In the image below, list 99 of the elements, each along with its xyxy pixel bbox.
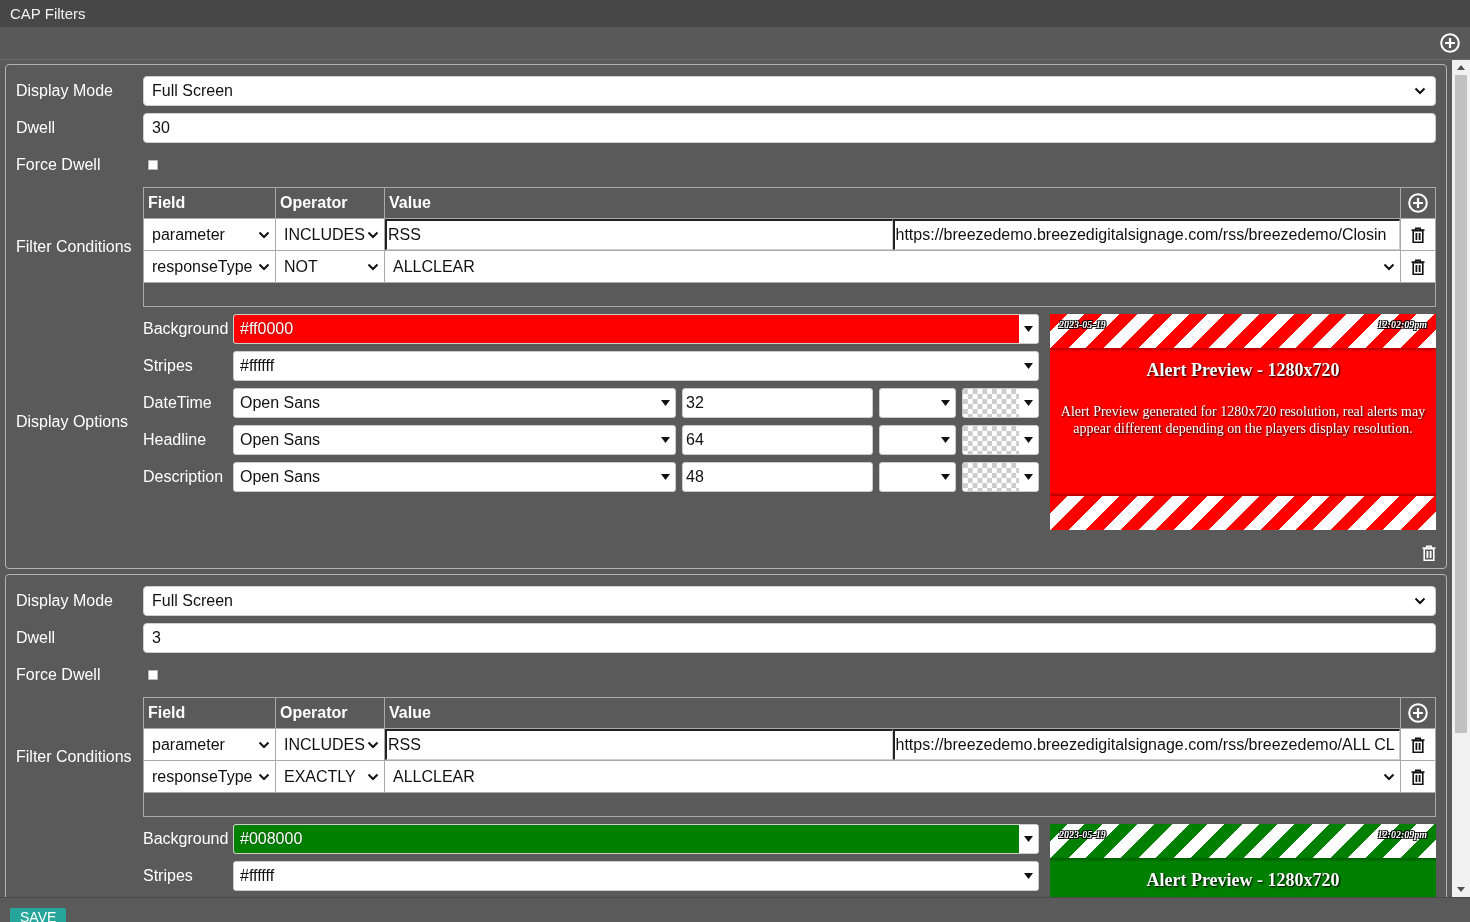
preview-headline: Alert Preview - 1280x720 bbox=[1146, 870, 1340, 891]
option-label: Stripes bbox=[143, 867, 194, 885]
caret-down-icon bbox=[1024, 400, 1033, 406]
caret-down-icon bbox=[1024, 474, 1033, 480]
font-size-input[interactable]: 32 bbox=[682, 388, 873, 418]
operator-select[interactable]: EXACTLY bbox=[276, 761, 384, 792]
caret-down-icon bbox=[1024, 326, 1033, 332]
scroll-down-arrow-icon[interactable] bbox=[1457, 887, 1465, 892]
preview-headline: Alert Preview - 1280x720 bbox=[1146, 360, 1340, 381]
field-label: Force Dwell bbox=[16, 666, 102, 684]
option-label: Background bbox=[143, 830, 230, 848]
value-input[interactable]: https://breezedemo.breezedigitalsignage.com/rss/breezedemo/ALL CL bbox=[892, 729, 1400, 760]
caret-down-icon bbox=[941, 437, 950, 443]
caret-down-icon bbox=[941, 400, 950, 406]
caret-down-icon bbox=[661, 400, 670, 406]
color-select[interactable]: #008000 bbox=[233, 824, 1039, 854]
column-header: Value bbox=[385, 698, 1400, 728]
trash-icon[interactable] bbox=[1411, 226, 1425, 243]
display-mode-select[interactable]: Full Screen bbox=[143, 76, 1436, 106]
caret-down-icon bbox=[661, 474, 670, 480]
dwell-input[interactable]: 3 bbox=[143, 623, 1436, 653]
font-color-select[interactable] bbox=[962, 462, 1039, 492]
font-select[interactable]: Open Sans bbox=[233, 462, 676, 492]
column-header: Operator bbox=[276, 188, 384, 218]
font-size-input[interactable]: 64 bbox=[682, 425, 873, 455]
caret-down-icon bbox=[1024, 363, 1033, 369]
trash-icon[interactable] bbox=[1411, 736, 1425, 753]
option-label: Headline bbox=[143, 431, 208, 449]
chevron-down-icon bbox=[1383, 262, 1395, 271]
font-select[interactable]: Open Sans bbox=[233, 425, 676, 455]
caret-down-icon bbox=[661, 437, 670, 443]
field-select[interactable]: responseType bbox=[144, 251, 275, 282]
caret-down-icon bbox=[1024, 873, 1033, 879]
operator-select[interactable]: NOT bbox=[276, 251, 384, 282]
chevron-down-icon bbox=[1414, 87, 1426, 95]
field-label: Dwell bbox=[16, 119, 57, 137]
value-select[interactable]: ALLCLEAR bbox=[385, 251, 1400, 282]
trash-icon[interactable] bbox=[1411, 258, 1425, 275]
chevron-down-icon bbox=[258, 230, 270, 239]
caret-down-icon bbox=[941, 474, 950, 480]
option-label: DateTime bbox=[143, 394, 213, 412]
column-header: Field bbox=[144, 188, 275, 218]
checkerboard-swatch-icon bbox=[963, 463, 1019, 491]
color-select[interactable]: #ff0000 bbox=[233, 314, 1039, 344]
field-select[interactable]: parameter bbox=[144, 219, 275, 250]
font-size-input[interactable]: 48 bbox=[682, 462, 873, 492]
chevron-down-icon bbox=[258, 740, 270, 749]
field-label: Filter Conditions bbox=[16, 748, 133, 766]
field-label: Force Dwell bbox=[16, 156, 102, 174]
preview-description: Alert Preview generated for 1280x720 resolution, real alerts may appear different depending on the players display resolution. bbox=[1059, 403, 1427, 437]
plus-circle-icon[interactable] bbox=[1408, 193, 1428, 213]
chevron-down-icon bbox=[367, 230, 379, 239]
font-select[interactable]: Open Sans bbox=[233, 388, 676, 418]
window-title: CAP Filters bbox=[10, 5, 86, 22]
field-label: Filter Conditions bbox=[16, 238, 133, 256]
trash-icon[interactable] bbox=[1411, 768, 1425, 785]
field-label: Display Mode bbox=[16, 592, 114, 610]
column-header: Operator bbox=[276, 698, 384, 728]
force-dwell-checkbox[interactable] bbox=[147, 159, 159, 171]
chevron-down-icon bbox=[1414, 597, 1426, 605]
chevron-down-icon bbox=[258, 772, 270, 781]
color-select[interactable]: #ffffff bbox=[233, 861, 1039, 891]
field-select[interactable]: parameter bbox=[144, 729, 275, 760]
value-input[interactable]: RSS bbox=[385, 219, 893, 250]
value-select[interactable]: ALLCLEAR bbox=[385, 761, 1400, 792]
trash-icon[interactable] bbox=[1422, 545, 1436, 561]
column-header: Field bbox=[144, 698, 275, 728]
field-label: Display Mode bbox=[16, 82, 114, 100]
operator-select[interactable]: INCLUDES bbox=[276, 729, 384, 760]
dwell-input[interactable]: 30 bbox=[143, 113, 1436, 143]
checkerboard-swatch-icon bbox=[963, 426, 1019, 454]
chevron-down-icon bbox=[367, 772, 379, 781]
option-label: Background bbox=[143, 320, 230, 338]
caret-down-icon bbox=[1024, 836, 1033, 842]
chevron-down-icon bbox=[258, 262, 270, 271]
option-label: Stripes bbox=[143, 357, 194, 375]
force-dwell-checkbox[interactable] bbox=[147, 669, 159, 681]
chevron-down-icon bbox=[1383, 772, 1395, 781]
chevron-down-icon bbox=[367, 262, 379, 271]
value-input[interactable]: https://breezedemo.breezedigitalsignage.com/rss/breezedemo/Closin bbox=[892, 219, 1400, 250]
column-header: Value bbox=[385, 188, 1400, 218]
field-label: Dwell bbox=[16, 629, 57, 647]
option-label: Description bbox=[143, 468, 225, 486]
display-mode-select[interactable]: Full Screen bbox=[143, 586, 1436, 616]
plus-circle-icon[interactable] bbox=[1440, 33, 1460, 53]
scrollbar-thumb[interactable] bbox=[1455, 75, 1467, 733]
value-input[interactable]: RSS bbox=[385, 729, 893, 760]
caret-down-icon bbox=[1024, 437, 1033, 443]
font-color-select[interactable] bbox=[962, 425, 1039, 455]
font-color-select[interactable] bbox=[962, 388, 1039, 418]
checkerboard-swatch-icon bbox=[963, 389, 1019, 417]
color-select[interactable]: #ffffff bbox=[233, 351, 1039, 381]
field-select[interactable]: responseType bbox=[144, 761, 275, 792]
scroll-up-arrow-icon[interactable] bbox=[1457, 65, 1465, 70]
field-label: Display Options bbox=[16, 413, 130, 431]
operator-select[interactable]: INCLUDES bbox=[276, 219, 384, 250]
scrollbar-track[interactable] bbox=[1452, 60, 1470, 897]
plus-circle-icon[interactable] bbox=[1408, 703, 1428, 723]
chevron-down-icon bbox=[367, 740, 379, 749]
